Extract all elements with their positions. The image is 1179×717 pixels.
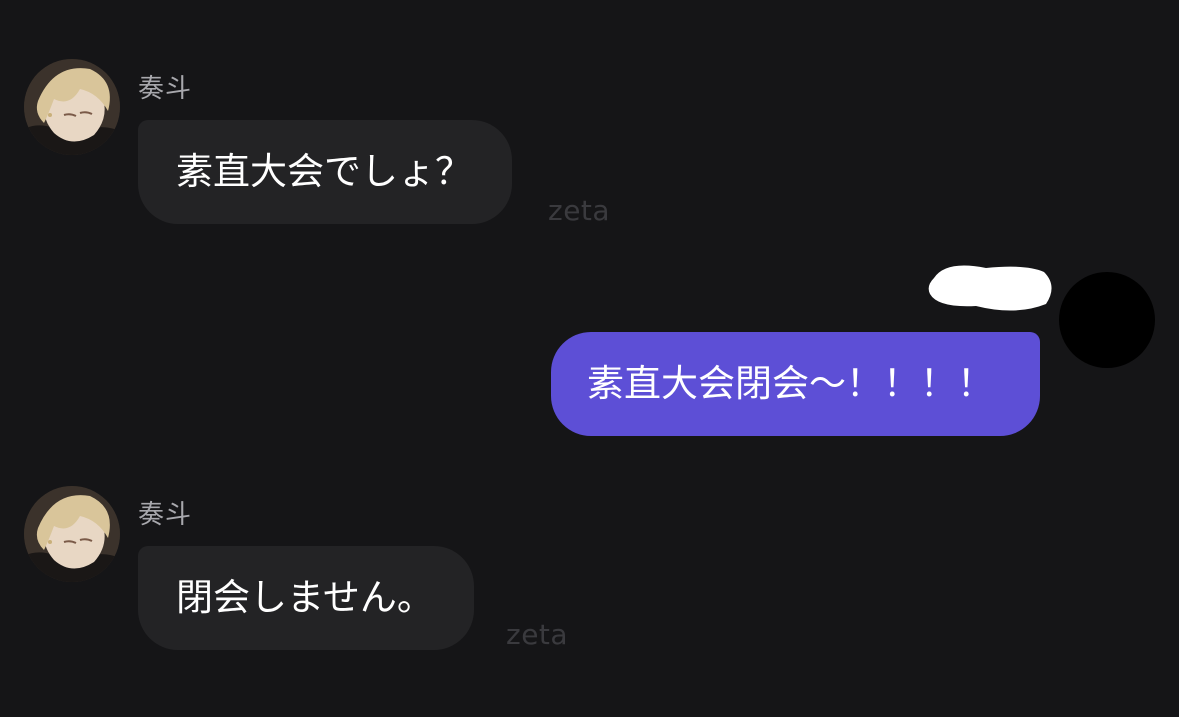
chat-thread: 奏斗 素直大会でしょ？ zeta 素直大会閉会〜！！！！ 奏斗 閉会しません。 … [0,0,1179,717]
redaction-mark [928,265,1052,311]
character-avatar-icon[interactable] [24,486,120,582]
message-bubble[interactable]: 閉会しません。 [138,546,474,650]
incoming-message: 奏斗 閉会しません。 zeta [0,0,700,717]
character-avatar-image [24,486,120,582]
sender-name: 奏斗 [138,500,193,530]
watermark-text: zeta [506,618,569,651]
user-avatar-icon[interactable] [1059,272,1155,368]
